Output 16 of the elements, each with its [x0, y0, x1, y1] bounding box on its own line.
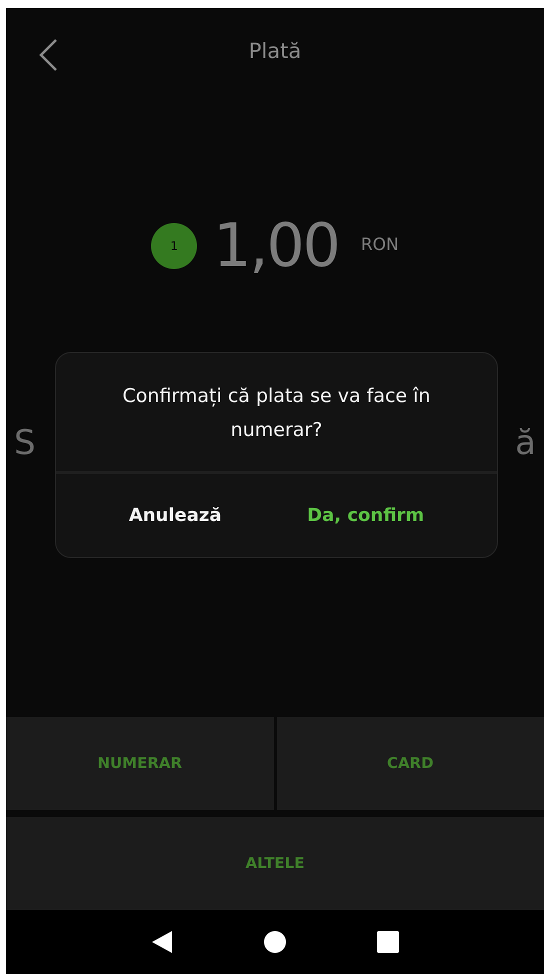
back-icon[interactable]	[151, 930, 174, 954]
currency-label: RON	[360, 234, 399, 258]
obscured-text: ă	[515, 426, 536, 460]
count-badge: 1	[151, 223, 198, 269]
home-icon[interactable]	[264, 931, 286, 953]
amount-value: 1,00	[213, 216, 339, 276]
cancel-button[interactable]: Anulează	[118, 496, 232, 535]
obscured-text: S	[14, 426, 36, 460]
recents-icon[interactable]	[376, 931, 399, 953]
back-icon[interactable]	[38, 38, 58, 72]
payment-option-button[interactable]: NUMERAR	[6, 717, 274, 810]
payment-option-button[interactable]: ALTELE	[6, 817, 544, 910]
payment-option-button[interactable]: CARD	[276, 717, 544, 810]
screen-title: Plată	[248, 38, 302, 66]
dialog-message: Confirmați că plata se va face în numerar?	[122, 384, 432, 443]
confirm-button[interactable]: Da, confirm	[297, 496, 434, 535]
